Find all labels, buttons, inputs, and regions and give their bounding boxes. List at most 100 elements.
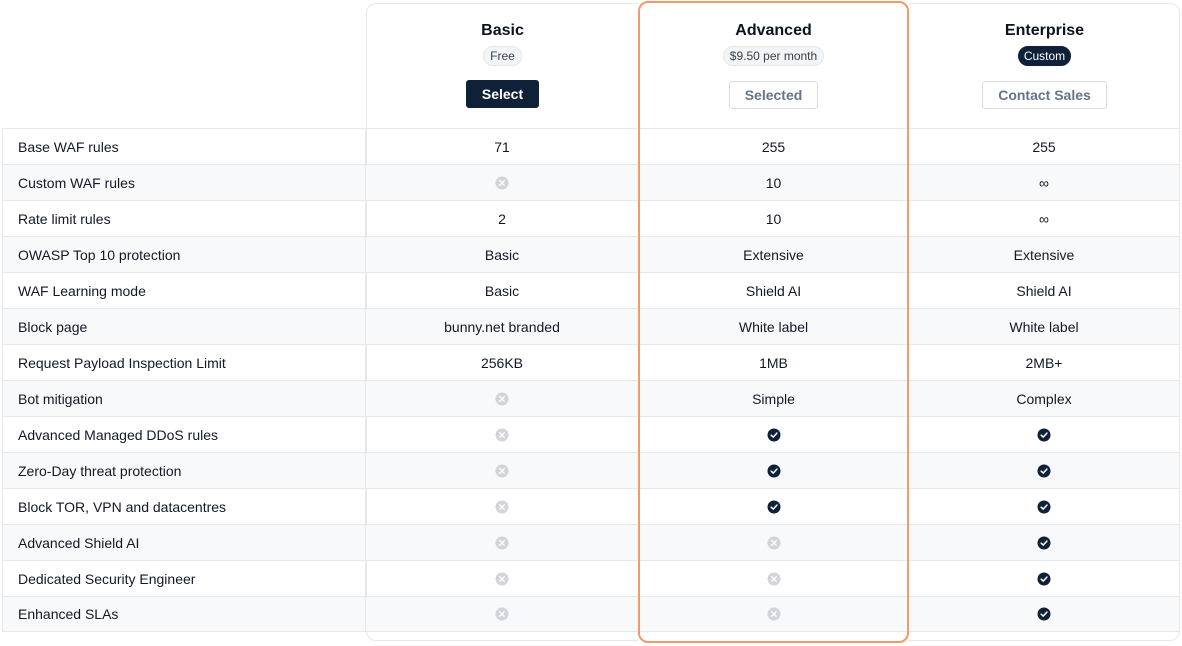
feature-value-advanced — [638, 525, 909, 560]
feature-value-advanced — [638, 453, 909, 488]
table-row: Block TOR, VPN and datacentres — [2, 488, 1180, 524]
price-badge: Custom — [1017, 46, 1072, 66]
plan-name: Enterprise — [1004, 22, 1085, 39]
feature-value-advanced: White label — [738, 318, 809, 335]
plan-header-basic: Basic Free Select — [367, 0, 638, 128]
feature-label: Advanced Managed DDoS rules — [2, 417, 366, 452]
x-circle-icon — [767, 572, 781, 586]
table-row: Enhanced SLAs — [2, 596, 1180, 632]
check-circle-icon — [1037, 536, 1051, 550]
table-row: Dedicated Security Engineer — [2, 560, 1180, 596]
feature-label: Enhanced SLAs — [2, 597, 366, 631]
table-row: WAF Learning mode Basic Shield AI Shield AI — [2, 272, 1180, 308]
x-circle-icon — [495, 428, 509, 442]
feature-value-basic — [366, 597, 638, 631]
check-circle-icon — [1037, 572, 1051, 586]
feature-value-enterprise — [909, 525, 1180, 560]
feature-value-enterprise: White label — [909, 309, 1180, 344]
price-badge: Free — [483, 46, 522, 66]
feature-value-advanced: 10 — [765, 210, 782, 227]
feature-value-advanced: Shield AI — [745, 282, 802, 299]
feature-value-advanced — [638, 597, 909, 631]
feature-value-basic — [366, 381, 638, 416]
x-circle-icon — [495, 607, 509, 621]
feature-label: Block TOR, VPN and datacentres — [2, 489, 366, 524]
feature-value-basic — [366, 489, 638, 524]
feature-label: Request Payload Inspection Limit — [2, 345, 366, 380]
feature-value-advanced — [638, 561, 909, 596]
check-circle-icon — [1037, 464, 1051, 478]
feature-value-enterprise: 2MB+ — [909, 345, 1180, 380]
feature-label: OWASP Top 10 protection — [2, 237, 366, 272]
feature-label: Bot mitigation — [2, 381, 366, 416]
feature-value-advanced — [638, 417, 909, 452]
table-row: Request Payload Inspection Limit 256KB 1MB… — [2, 344, 1180, 380]
plan-header-advanced: Advanced $9.50 per month Selected — [638, 0, 909, 128]
feature-value-advanced: Simple — [752, 390, 795, 407]
feature-value-basic: Basic — [484, 282, 520, 299]
feature-value-basic: bunny.net branded — [444, 318, 560, 335]
x-circle-icon — [495, 500, 509, 514]
feature-value-basic: Basic — [484, 246, 520, 263]
table-row: Advanced Shield AI — [2, 524, 1180, 560]
x-circle-icon — [495, 176, 509, 190]
x-circle-icon — [767, 536, 781, 550]
feature-value-enterprise: Shield AI — [909, 273, 1180, 308]
feature-value-advanced: 255 — [761, 138, 786, 155]
feature-label: Rate limit rules — [2, 201, 366, 236]
feature-table: Base WAF rules 71 255 255 Custom WAF rules 10… — [2, 128, 1180, 632]
plan-name: Advanced — [735, 22, 812, 39]
feature-value-basic: 256KB — [480, 354, 524, 371]
table-row: Rate limit rules 2 10 ∞ — [2, 200, 1180, 236]
x-circle-icon — [495, 392, 509, 406]
feature-label: Dedicated Security Engineer — [2, 561, 366, 596]
feature-value-basic — [366, 417, 638, 452]
feature-value-enterprise — [909, 561, 1180, 596]
selected-advanced-button[interactable]: Selected — [728, 81, 819, 109]
feature-label: Base WAF rules — [2, 129, 366, 164]
feature-value-enterprise: ∞ — [909, 165, 1180, 200]
x-circle-icon — [495, 464, 509, 478]
price-badge: $9.50 per month — [722, 46, 825, 66]
table-row: OWASP Top 10 protection Basic Extensive Ext… — [2, 236, 1180, 272]
table-row: Base WAF rules 71 255 255 — [2, 128, 1180, 164]
feature-value-advanced: 10 — [765, 174, 782, 191]
contact-sales-button[interactable]: Contact Sales — [982, 81, 1107, 109]
feature-value-basic — [366, 561, 638, 596]
feature-value-enterprise: 255 — [909, 129, 1180, 164]
check-circle-icon — [1037, 607, 1051, 621]
table-row: Zero-Day threat protection — [2, 452, 1180, 488]
plan-header-enterprise: Enterprise Custom Contact Sales — [909, 0, 1180, 128]
feature-label: WAF Learning mode — [2, 273, 366, 308]
feature-value-enterprise — [909, 417, 1180, 452]
x-circle-icon — [495, 572, 509, 586]
feature-value-enterprise — [909, 489, 1180, 524]
check-circle-icon — [767, 464, 781, 478]
table-row: Bot mitigation Simple Complex — [2, 380, 1180, 416]
table-row: Block page bunny.net branded White label Wh… — [2, 308, 1180, 344]
table-row: Custom WAF rules 10 ∞ — [2, 164, 1180, 200]
feature-label: Advanced Shield AI — [2, 525, 366, 560]
waf-plan-comparison: Basic Free Select Advanced $9.50 per mon… — [0, 0, 1182, 646]
feature-label: Block page — [2, 309, 366, 344]
x-circle-icon — [767, 607, 781, 621]
table-row: Advanced Managed DDoS rules — [2, 416, 1180, 452]
feature-value-advanced: 1MB — [759, 354, 788, 371]
feature-label: Custom WAF rules — [2, 165, 366, 200]
select-basic-button[interactable]: Select — [465, 80, 540, 108]
plan-name: Basic — [481, 22, 524, 39]
check-circle-icon — [767, 500, 781, 514]
check-circle-icon — [1037, 428, 1051, 442]
x-circle-icon — [495, 536, 509, 550]
feature-value-enterprise — [909, 453, 1180, 488]
feature-value-enterprise: Complex — [909, 381, 1180, 416]
feature-value-basic: 2 — [498, 210, 506, 227]
feature-label: Zero-Day threat protection — [2, 453, 366, 488]
feature-value-enterprise — [909, 597, 1180, 631]
feature-value-advanced: Extensive — [743, 246, 804, 263]
feature-value-basic — [366, 165, 638, 200]
feature-value-enterprise: Extensive — [909, 237, 1180, 272]
check-circle-icon — [1037, 500, 1051, 514]
feature-value-advanced — [638, 489, 909, 524]
check-circle-icon — [767, 428, 781, 442]
